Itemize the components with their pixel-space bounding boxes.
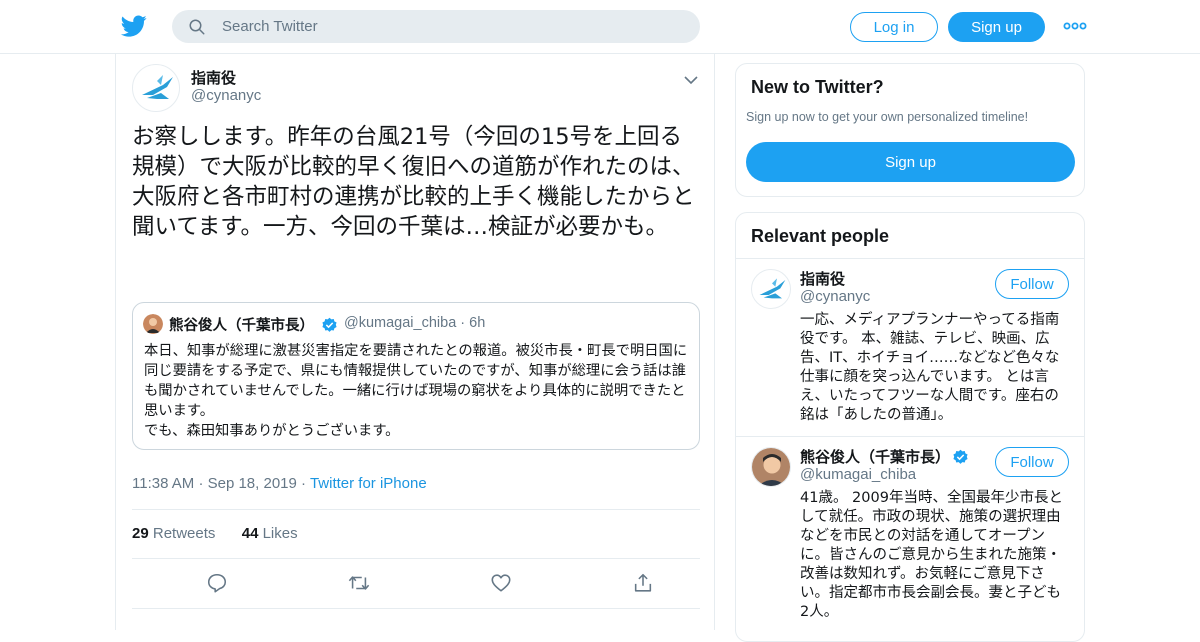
tweet-timestamp: 11:38 AM · Sep 18, 2019 · Twitter for iP… — [132, 475, 427, 492]
signup-card-button[interactable]: Sign up — [746, 142, 1075, 182]
avatar[interactable] — [751, 447, 791, 487]
signup-card-title: New to Twitter? — [751, 77, 884, 97]
like-heart-icon[interactable] — [490, 572, 514, 596]
avatar[interactable] — [132, 64, 180, 112]
retweets-label: Retweets — [152, 525, 216, 542]
tweet-text: お察しします。昨年の台風21号（今回の15号を上回る規模）で大阪が比較的早く復旧… — [132, 124, 695, 240]
likes-count: 44 — [241, 525, 259, 542]
separator-dot: · — [301, 475, 310, 492]
search-box[interactable] — [172, 10, 700, 43]
follow-button[interactable]: Follow — [995, 269, 1069, 299]
retweet-icon[interactable] — [347, 572, 371, 596]
avatar — [143, 314, 163, 334]
relevant-people-title: Relevant people — [751, 226, 890, 246]
signup-card: New to Twitter? Sign up now to get your … — [735, 63, 1085, 197]
person-bio: 一応、メディアプランナーやってる指南役です。 本、雑誌、テレビ、映画、広告、IT… — [800, 312, 1060, 423]
person-item: 熊谷俊人（千葉市長） @kumagai_chiba Follow 41歳。 20… — [736, 437, 1084, 641]
person-item: 指南役 @cynanyc Follow 一応、メディアプランナーやってる指南役で… — [736, 259, 1084, 436]
follow-button[interactable]: Follow — [995, 447, 1069, 477]
quote-text: 本日、知事が総理に激甚災害指定を要請されたとの報道。被災市長・町長で明日国に同じ… — [144, 343, 688, 439]
divider — [132, 608, 700, 609]
person-bio: 41歳。 2009年当時、全国最年少市長として就任。市政の現状、施策の選択理由な… — [800, 490, 1063, 620]
twitter-bird-icon[interactable] — [120, 13, 148, 39]
signup-button[interactable]: Sign up — [948, 12, 1045, 42]
retweets-stat[interactable]: 29 Retweets — [132, 525, 215, 542]
search-input[interactable] — [222, 10, 682, 43]
quote-author-name: 熊谷俊人（千葉市長） — [169, 318, 314, 334]
author-name[interactable]: 指南役 — [191, 67, 236, 88]
divider — [132, 509, 700, 510]
likes-stat[interactable]: 44 Likes — [242, 525, 298, 542]
tweet-panel: 指南役 @cynanyc お察しします。昨年の台風21号（今回の15号を上回る規… — [115, 54, 715, 630]
retweets-count: 29 — [132, 525, 149, 542]
tweet-source-link[interactable]: Twitter for iPhone — [310, 475, 427, 492]
person-handle[interactable]: @cynanyc — [800, 288, 870, 305]
verified-badge-icon — [321, 317, 338, 334]
divider — [132, 558, 700, 559]
tweet-date[interactable]: Sep 18, 2019 — [208, 475, 297, 492]
share-icon[interactable] — [632, 572, 656, 596]
relevant-people-card: Relevant people 指南役 @cynanyc Follow 一応、メ… — [735, 212, 1085, 642]
avatar[interactable] — [751, 269, 791, 309]
reply-icon[interactable] — [206, 572, 230, 596]
top-navigation-bar: Log in Sign up — [0, 0, 1200, 54]
author-handle[interactable]: @cynanyc — [191, 87, 261, 104]
person-name[interactable]: 指南役 — [800, 268, 845, 289]
verified-badge-icon — [952, 449, 969, 466]
signup-card-subtitle: Sign up now to get your own personalized… — [746, 110, 1029, 124]
likes-label: Likes — [262, 525, 298, 542]
login-button[interactable]: Log in — [850, 12, 938, 42]
separator-dot: · — [198, 475, 208, 492]
quote-author-handle: @kumagai_chiba · 6h — [344, 315, 486, 331]
more-dots-icon[interactable] — [1062, 16, 1088, 36]
tweet-stats: 29 Retweets 44 Likes — [132, 525, 298, 542]
person-name[interactable]: 熊谷俊人（千葉市長） — [800, 446, 950, 467]
tweet-actions — [132, 570, 700, 600]
quoted-tweet[interactable]: 熊谷俊人（千葉市長） @kumagai_chiba · 6h 本日、知事が総理に… — [132, 302, 700, 450]
person-handle[interactable]: @kumagai_chiba — [800, 466, 916, 483]
search-icon — [188, 18, 206, 36]
tweet-time[interactable]: 11:38 AM — [132, 475, 194, 492]
chevron-down-icon[interactable] — [684, 70, 698, 85]
